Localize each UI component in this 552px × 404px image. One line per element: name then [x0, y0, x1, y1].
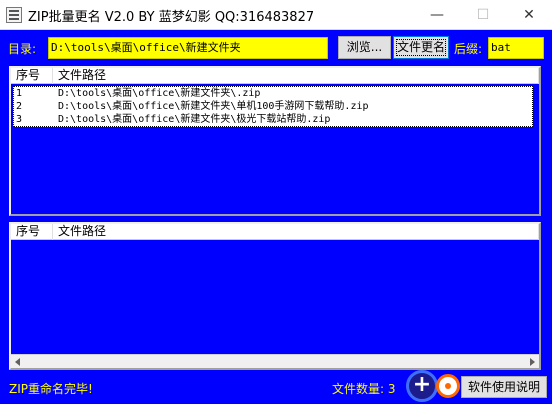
row-path: D:\tools\桌面\office\新建文件夹\极光下载站帮助.zip: [58, 114, 331, 125]
table-row[interactable]: 1 D:\tools\桌面\office\新建文件夹\.zip: [14, 87, 532, 100]
horizontal-scrollbar[interactable]: [11, 354, 539, 368]
table-row[interactable]: 2 D:\tools\桌面\office\新建文件夹\单机100手游网下载帮助.…: [14, 100, 532, 113]
table-row[interactable]: 3 D:\tools\桌面\office\新建文件夹\极光下载站帮助.zip: [14, 113, 532, 126]
plus-icon: +: [406, 370, 438, 402]
minimize-button[interactable]: —: [414, 0, 460, 30]
column-header-path[interactable]: 文件路径: [53, 68, 539, 84]
rename-files-button[interactable]: 文件更名: [393, 36, 449, 59]
help-area: + 软件使用说明: [406, 370, 548, 402]
row-index: 2: [16, 101, 23, 112]
suffix-input[interactable]: bat: [488, 37, 544, 59]
row-index: 3: [16, 114, 23, 125]
status-message: ZIP重命名完毕!: [9, 382, 93, 396]
app-icon: [6, 7, 22, 23]
column-header-path[interactable]: 文件路径: [53, 224, 539, 240]
suffix-label: 后缀:: [454, 42, 483, 56]
file-count: 文件数量: 3: [332, 382, 396, 396]
list-header: 序号 文件路径: [11, 224, 539, 240]
row-path: D:\tools\桌面\office\新建文件夹\.zip: [58, 88, 261, 99]
browse-button[interactable]: 浏览...: [338, 36, 391, 59]
directory-input[interactable]: D:\tools\桌面\office\新建文件夹: [48, 37, 328, 59]
row-path: D:\tools\桌面\office\新建文件夹\单机100手游网下载帮助.zi…: [58, 101, 369, 112]
close-button[interactable]: ✕: [506, 0, 552, 30]
list-rows: 1 D:\tools\桌面\office\新建文件夹\.zip 2 D:\too…: [13, 86, 533, 127]
scroll-left-icon[interactable]: [15, 358, 20, 366]
list-header: 序号 文件路径: [11, 68, 539, 84]
source-file-list[interactable]: 序号 文件路径 1 D:\tools\桌面\office\新建文件夹\.zip …: [9, 66, 541, 216]
target-icon: [436, 374, 460, 398]
column-header-index[interactable]: 序号: [11, 68, 53, 84]
title-bar: ZIP批量更名 V2.0 BY 蓝梦幻影 QQ:316483827 — ☐ ✕: [0, 0, 552, 30]
scroll-right-icon[interactable]: [530, 358, 535, 366]
result-file-list[interactable]: 序号 文件路径: [9, 222, 541, 370]
maximize-button[interactable]: ☐: [460, 0, 506, 30]
directory-label: 目录:: [8, 42, 37, 56]
help-button[interactable]: 软件使用说明: [461, 376, 547, 398]
column-header-index[interactable]: 序号: [11, 224, 53, 240]
window-title: ZIP批量更名 V2.0 BY 蓝梦幻影 QQ:316483827: [28, 10, 315, 25]
row-index: 1: [16, 88, 23, 99]
